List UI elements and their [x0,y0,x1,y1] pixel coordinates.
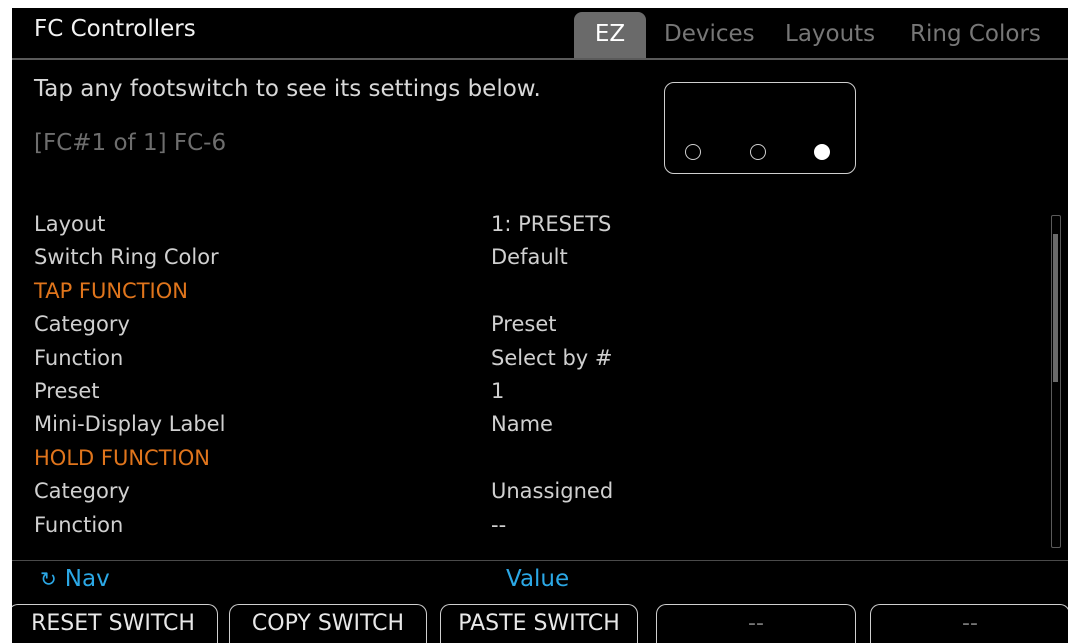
tab-ring-colors[interactable]: Ring Colors [910,12,1041,56]
tab-devices[interactable]: Devices [664,12,755,56]
footswitch-1[interactable] [685,144,701,160]
setting-row-tap-function[interactable]: Function Select by # [34,342,1024,375]
rotate-knob-icon: ↻ [40,567,57,591]
switch-settings-list: Layout 1: PRESETS Switch Ring Color Defa… [34,208,1024,542]
footer-divider [12,560,1068,561]
section-header-tap-function: TAP FUNCTION [34,275,1024,308]
setting-row-hold-category[interactable]: Category Unassigned [34,475,1024,508]
nav-label: Nav [64,566,110,592]
setting-value: Preset [491,312,557,337]
footswitch-2[interactable] [750,144,766,160]
copy-switch-button[interactable]: COPY SWITCH [229,604,427,643]
settings-scrollbar[interactable] [1051,215,1061,548]
setting-row-tap-category[interactable]: Category Preset [34,308,1024,341]
scrollbar-thumb[interactable] [1053,234,1058,382]
setting-row-hold-function[interactable]: Function -- [34,509,1024,542]
setting-label: Function [34,345,124,370]
setting-value: 1 [491,378,505,403]
tab-layouts[interactable]: Layouts [785,12,875,56]
reset-switch-button[interactable]: RESET SWITCH [12,604,218,643]
paste-switch-button[interactable]: PASTE SWITCH [440,604,638,643]
setting-row-layout[interactable]: Layout 1: PRESETS [34,208,1024,241]
fc6-device-diagram [664,82,856,174]
setting-value: Unassigned [491,479,614,504]
setting-value: 1: PRESETS [491,212,612,236]
setting-label: Layout [34,212,106,236]
setting-label: Category [34,312,130,337]
nav-knob-label: ↻ Nav [40,566,110,592]
setting-label: Category [34,479,130,504]
section-label: HOLD FUNCTION [34,445,210,470]
setting-value: Default [491,245,568,270]
tab-ez[interactable]: EZ [574,12,646,58]
section-header-hold-function: HOLD FUNCTION [34,442,1024,475]
setting-label: Preset [34,378,100,403]
softkey-4-empty[interactable]: -- [656,604,856,643]
controller-name: [FC#1 of 1] FC-6 [34,130,227,156]
setting-value: Name [491,412,553,437]
fc-controllers-screen: FC Controllers EZ Devices Layouts Ring C… [12,8,1068,643]
setting-row-preset[interactable]: Preset 1 [34,375,1024,408]
section-label: TAP FUNCTION [34,278,188,303]
softkey-5-empty[interactable]: -- [870,604,1068,643]
setting-row-mini-display-label[interactable]: Mini-Display Label Name [34,408,1024,441]
footswitch-3-selected[interactable] [814,144,830,160]
value-knob-label: Value [506,566,570,592]
setting-value: Select by # [491,345,613,370]
setting-label: Mini-Display Label [34,412,226,437]
app-title: FC Controllers [34,16,196,42]
instruction-text: Tap any footswitch to see its settings b… [34,76,541,102]
setting-row-switch-ring-color[interactable]: Switch Ring Color Default [34,241,1024,274]
setting-value: -- [491,512,507,537]
title-bar: FC Controllers EZ Devices Layouts Ring C… [12,8,1068,60]
setting-label: Function [34,512,124,537]
setting-label: Switch Ring Color [34,245,219,270]
